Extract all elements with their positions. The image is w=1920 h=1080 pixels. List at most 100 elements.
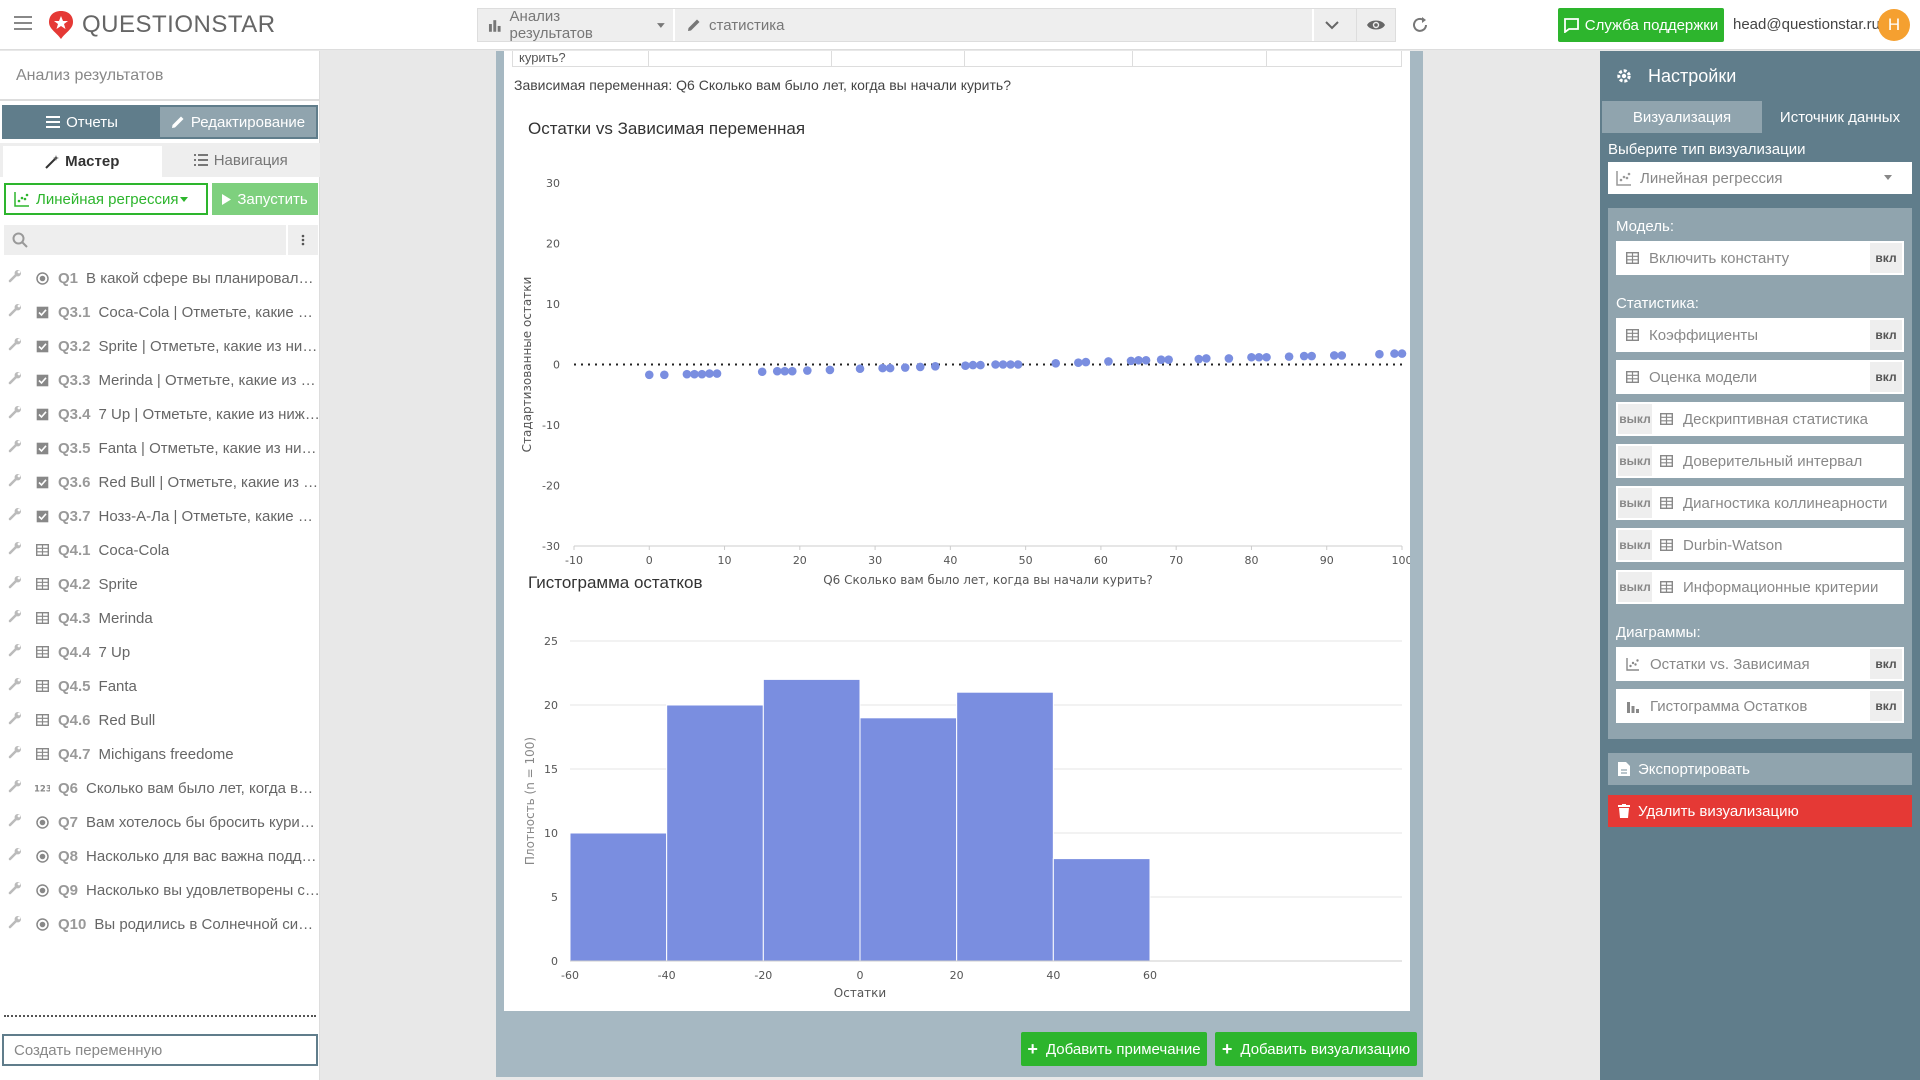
radio-icon	[34, 815, 50, 829]
wrench-icon[interactable]	[8, 575, 24, 593]
variable-item[interactable]: Q3.7 Нозз-А-Ла | Отметьте, какие из ...	[0, 499, 320, 533]
wrench-icon[interactable]	[8, 779, 24, 797]
tab-master[interactable]: Мастер	[3, 146, 162, 177]
new-variable-input[interactable]: Создать переменную	[2, 1034, 318, 1066]
variable-item[interactable]: Q4.7 Michigans freedome	[0, 737, 320, 771]
wrench-icon[interactable]	[8, 371, 24, 389]
run-button[interactable]: Запустить	[212, 183, 318, 215]
variable-item[interactable]: Q3.2 Sprite | Отметьте, какие из ниже...	[0, 329, 320, 363]
wrench-icon[interactable]	[8, 643, 24, 661]
off-badge[interactable]: выкл	[1618, 446, 1652, 476]
breadcrumb-dropdown[interactable]	[1316, 9, 1356, 41]
avatar[interactable]: H	[1878, 9, 1910, 41]
eye-icon	[1367, 20, 1385, 30]
analysis-type-select[interactable]: Линейная регрессия	[4, 183, 208, 215]
x-tick-label: 30	[868, 554, 882, 567]
x-tick-label: 20	[950, 969, 964, 982]
option-toggle[interactable]: Гистограмма Остатков вкл	[1616, 689, 1904, 723]
dependent-variable-text: Зависимая переменная: Q6 Сколько вам был…	[514, 77, 1011, 93]
export-button[interactable]: Экспортировать	[1608, 753, 1912, 785]
option-toggle[interactable]: выкл Дескриптивная статистика	[1616, 402, 1904, 436]
wrench-icon[interactable]	[8, 303, 24, 321]
option-toggle[interactable]: Остатки vs. Зависимая вкл	[1616, 647, 1904, 681]
option-toggle[interactable]: выкл Доверительный интервал	[1616, 444, 1904, 478]
variable-item[interactable]: Q1 В какой сфере вы планировали п...	[0, 261, 320, 295]
variable-item[interactable]: Q4.3 Merinda	[0, 601, 320, 635]
scatter-chart: 3020100-10-20-30-10 0 10 20 30 40 50 60 70 80 90 10…	[520, 177, 1410, 587]
variable-item[interactable]: 123 Q6 Сколько вам было лет, когда вы ...	[0, 771, 320, 805]
support-button[interactable]: Служба поддержки	[1558, 8, 1724, 42]
variable-item[interactable]: Q3.5 Fanta | Отметьте, какие из ниже...	[0, 431, 320, 465]
wrench-icon[interactable]	[8, 847, 24, 865]
variable-item[interactable]: Q4.1 Coca-Cola	[0, 533, 320, 567]
x-tick-label: 50	[1019, 554, 1033, 567]
more-options-button[interactable]	[286, 225, 318, 255]
add-visualization-button[interactable]: + Добавить визуализацию	[1215, 1032, 1417, 1066]
on-badge[interactable]: вкл	[1870, 649, 1902, 679]
off-badge[interactable]: выкл	[1618, 530, 1652, 560]
add-note-button[interactable]: + Добавить примечание	[1021, 1032, 1207, 1066]
variable-item[interactable]: Q3.1 Coca-Cola | Отметьте, какие из ...	[0, 295, 320, 329]
variable-item[interactable]: Q4.2 Sprite	[0, 567, 320, 601]
variable-item[interactable]: Q4.5 Fanta	[0, 669, 320, 703]
viz-type-select[interactable]: Линейная регрессия	[1608, 162, 1912, 194]
option-toggle[interactable]: выкл Информационные критерии	[1616, 570, 1904, 604]
tab-visualization[interactable]: Визуализация	[1602, 101, 1762, 133]
user-email[interactable]: head@questionstar.ru	[1733, 16, 1880, 33]
variable-search[interactable]	[4, 225, 318, 255]
on-badge[interactable]: вкл	[1870, 243, 1902, 273]
hamburger-menu-icon[interactable]	[14, 16, 32, 30]
tab-data-source[interactable]: Источник данных	[1762, 101, 1918, 133]
wrench-icon[interactable]	[8, 439, 24, 457]
logo[interactable]: QUESTIONSTAR	[48, 9, 276, 41]
option-toggle[interactable]: Включить константу вкл	[1616, 241, 1904, 275]
variable-item[interactable]: Q9 Насколько вы удовлетворены ст...	[0, 873, 320, 907]
off-badge[interactable]: выкл	[1618, 572, 1652, 602]
wrench-icon[interactable]	[8, 269, 24, 287]
wrench-icon[interactable]	[8, 473, 24, 491]
preview-button[interactable]	[1356, 8, 1396, 42]
off-badge[interactable]: выкл	[1618, 488, 1652, 518]
option-toggle[interactable]: Оценка модели вкл	[1616, 360, 1904, 394]
on-badge[interactable]: вкл	[1870, 691, 1902, 721]
wrench-icon[interactable]	[8, 677, 24, 695]
option-toggle[interactable]: выкл Durbin-Watson	[1616, 528, 1904, 562]
wrench-icon[interactable]	[8, 711, 24, 729]
variable-item[interactable]: Q3.4 7 Up | Отметьте, какие из нижеп...	[0, 397, 320, 431]
wrench-icon[interactable]	[8, 337, 24, 355]
histogram-bar	[956, 691, 1054, 962]
tab-edit[interactable]: Редактирование	[160, 107, 316, 137]
scatter-point	[1141, 355, 1151, 365]
wrench-icon[interactable]	[8, 507, 24, 525]
wrench-icon[interactable]	[8, 405, 24, 423]
option-toggle[interactable]: выкл Диагностика коллинеарности	[1616, 486, 1904, 520]
table-icon	[1660, 413, 1673, 425]
wrench-icon[interactable]	[8, 609, 24, 627]
variable-name: Red Bull | Отметьте, какие из ни...	[98, 473, 320, 491]
wrench-icon[interactable]	[8, 881, 24, 899]
on-badge[interactable]: вкл	[1870, 320, 1902, 350]
settings-tabs: Визуализация Источник данных	[1602, 101, 1918, 133]
variable-item[interactable]: Q7 Вам хотелось бы бросить курить?	[0, 805, 320, 839]
variable-item[interactable]: Q3.3 Merinda | Отметьте, какие из ни...	[0, 363, 320, 397]
breadcrumb-analysis[interactable]: Анализ результатов	[478, 8, 675, 42]
variable-item[interactable]: Q3.6 Red Bull | Отметьте, какие из ни...	[0, 465, 320, 499]
wrench-icon[interactable]	[8, 915, 24, 933]
variable-code: Q1	[58, 269, 79, 287]
variable-item[interactable]: Q8 Насколько для вас важна поддер...	[0, 839, 320, 873]
variable-item[interactable]: Q4.6 Red Bull	[0, 703, 320, 737]
refresh-button[interactable]	[1402, 8, 1438, 42]
delete-visualization-button[interactable]: Удалить визуализацию	[1608, 795, 1912, 827]
wrench-icon[interactable]	[8, 813, 24, 831]
wrench-icon[interactable]	[8, 745, 24, 763]
option-toggle[interactable]: Коэффициенты вкл	[1616, 318, 1904, 352]
wrench-icon[interactable]	[8, 541, 24, 559]
variable-item[interactable]: Q4.4 7 Up	[0, 635, 320, 669]
list-icon	[193, 154, 208, 166]
tab-navigation[interactable]: Навигация	[162, 143, 321, 177]
variable-item[interactable]: Q10 Вы родились в Солнечной систе...	[0, 907, 320, 941]
on-badge[interactable]: вкл	[1870, 362, 1902, 392]
tab-reports[interactable]: Отчеты	[4, 107, 160, 137]
off-badge[interactable]: выкл	[1618, 404, 1652, 434]
breadcrumb-name[interactable]: статистика	[677, 9, 1314, 41]
